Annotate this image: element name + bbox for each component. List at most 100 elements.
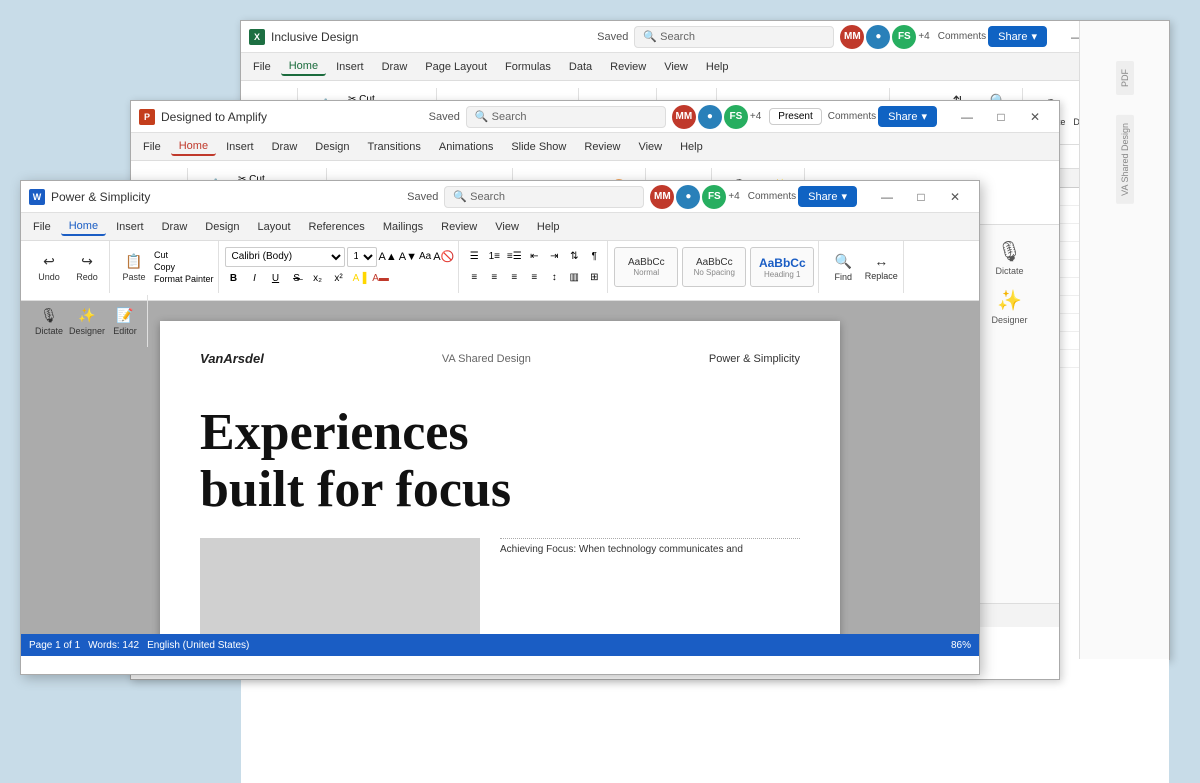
font-size-selector[interactable]: 11	[347, 247, 377, 267]
excel-search[interactable]: 🔍 Search	[634, 26, 834, 48]
tab-insert[interactable]: Insert	[218, 139, 262, 155]
align-left-button[interactable]: ≡	[465, 269, 483, 287]
present-button[interactable]: Present	[769, 108, 821, 125]
tab-file[interactable]: File	[245, 59, 279, 75]
cut-button[interactable]: Cut	[154, 250, 214, 260]
tab-file[interactable]: File	[135, 139, 169, 155]
increase-indent-button[interactable]: ⇥	[545, 248, 563, 266]
format-painter-button[interactable]: Format Painter	[154, 274, 214, 284]
tab-view[interactable]: View	[630, 139, 670, 155]
shading-button[interactable]: ▥	[565, 269, 583, 287]
tab-formulas[interactable]: Formulas	[497, 59, 559, 75]
paste-button[interactable]: 📋 Paste	[116, 245, 152, 289]
change-case-button[interactable]: Aa	[419, 251, 431, 262]
minimize-button[interactable]: —	[951, 103, 983, 131]
redo-button[interactable]: ↪ Redo	[69, 245, 105, 289]
avatar-2[interactable]: ●	[866, 25, 890, 49]
tab-mailings[interactable]: Mailings	[375, 219, 431, 235]
maximize-button[interactable]: □	[985, 103, 1017, 131]
strikethrough-button[interactable]: S̶	[288, 270, 306, 288]
underline-button[interactable]: U	[267, 270, 285, 288]
avatar-2[interactable]: ●	[676, 185, 700, 209]
tab-view[interactable]: View	[487, 219, 527, 235]
tab-home[interactable]: Home	[61, 218, 106, 236]
tab-help[interactable]: Help	[672, 139, 711, 155]
close-button[interactable]: ✕	[939, 183, 971, 211]
tab-help[interactable]: Help	[529, 219, 568, 235]
font-selector[interactable]: Calibri (Body)	[225, 247, 345, 267]
copy-button[interactable]: Copy	[154, 262, 214, 272]
clear-formatting-button[interactable]: A🚫	[433, 250, 454, 263]
tab-home[interactable]: Home	[171, 138, 216, 156]
avatar-2[interactable]: ●	[698, 105, 722, 129]
avatar-mm[interactable]: MM	[650, 185, 674, 209]
comments-label[interactable]: Comments	[748, 191, 796, 202]
tab-slideshow[interactable]: Slide Show	[503, 139, 574, 155]
multilevel-list-button[interactable]: ≡☰	[505, 248, 523, 266]
comments-label[interactable]: Comments	[828, 111, 876, 122]
style-no-spacing[interactable]: AaBbCc No Spacing	[682, 247, 746, 287]
share-button[interactable]: Share ▾	[798, 186, 857, 207]
tab-references[interactable]: References	[301, 219, 373, 235]
style-heading1[interactable]: AaBbCc Heading 1	[750, 247, 814, 287]
tab-view[interactable]: View	[656, 59, 696, 75]
dictate-tool-button[interactable]: 🎙 Dictate	[974, 233, 1046, 282]
tab-file[interactable]: File	[25, 219, 59, 235]
subscript-button[interactable]: x₂	[309, 270, 327, 288]
tab-layout[interactable]: Layout	[250, 219, 299, 235]
align-center-button[interactable]: ≡	[485, 269, 503, 287]
avatar-mm[interactable]: MM	[672, 105, 696, 129]
line-spacing-button[interactable]: ↕	[545, 269, 563, 287]
superscript-button[interactable]: x²	[330, 270, 348, 288]
minimize-button[interactable]: —	[871, 183, 903, 211]
tab-draw[interactable]: Draw	[264, 139, 306, 155]
tab-design[interactable]: Design	[307, 139, 357, 155]
tab-draw[interactable]: Draw	[374, 59, 416, 75]
comments-label[interactable]: Comments	[938, 31, 986, 42]
avatar-fs[interactable]: FS	[724, 105, 748, 129]
tab-home[interactable]: Home	[281, 58, 326, 76]
decrease-indent-button[interactable]: ⇤	[525, 248, 543, 266]
tab-insert[interactable]: Insert	[108, 219, 152, 235]
borders-button[interactable]: ⊞	[585, 269, 603, 287]
justify-button[interactable]: ≡	[525, 269, 543, 287]
tab-review[interactable]: Review	[576, 139, 628, 155]
increase-font-button[interactable]: A▲	[379, 251, 397, 263]
tab-pagelayout[interactable]: Page Layout	[417, 59, 495, 75]
tab-transitions[interactable]: Transitions	[360, 139, 429, 155]
tab-help[interactable]: Help	[698, 59, 737, 75]
tab-animations[interactable]: Animations	[431, 139, 501, 155]
tab-draw[interactable]: Draw	[154, 219, 196, 235]
undo-button[interactable]: ↩ Undo	[31, 245, 67, 289]
tab-review[interactable]: Review	[433, 219, 485, 235]
numbering-button[interactable]: 1≡	[485, 248, 503, 266]
bullets-button[interactable]: ☰	[465, 248, 483, 266]
avatar-mm[interactable]: MM	[840, 25, 864, 49]
designer-button[interactable]: ✨ Designer	[69, 299, 105, 343]
tab-design[interactable]: Design	[197, 219, 247, 235]
align-right-button[interactable]: ≡	[505, 269, 523, 287]
sort-button[interactable]: ⇅	[565, 248, 583, 266]
style-normal[interactable]: AaBbCc Normal	[614, 247, 678, 287]
font-color-button[interactable]: A▬	[372, 270, 390, 288]
tab-insert[interactable]: Insert	[328, 59, 372, 75]
show-formatting-button[interactable]: ¶	[585, 248, 603, 266]
dictate-button[interactable]: 🎙 Dictate	[31, 299, 67, 343]
editor-button[interactable]: 📝 Editor	[107, 299, 143, 343]
avatar-fs[interactable]: FS	[892, 25, 916, 49]
bold-button[interactable]: B	[225, 270, 243, 288]
designer-tool-button[interactable]: ✨ Designer	[974, 282, 1046, 331]
avatar-fs[interactable]: FS	[702, 185, 726, 209]
text-highlight-button[interactable]: A▐	[351, 270, 369, 288]
tab-data[interactable]: Data	[561, 59, 600, 75]
find-button[interactable]: 🔍 Find	[825, 245, 861, 289]
close-button[interactable]: ✕	[1019, 103, 1051, 131]
share-button[interactable]: Share ▾	[988, 26, 1047, 47]
tab-review[interactable]: Review	[602, 59, 654, 75]
replace-button[interactable]: ↔ Replace	[863, 245, 899, 289]
ppt-search[interactable]: 🔍 Search	[466, 106, 666, 128]
word-search[interactable]: 🔍 Search	[444, 186, 644, 208]
maximize-button[interactable]: □	[905, 183, 937, 211]
share-button[interactable]: Share ▾	[878, 106, 937, 127]
decrease-font-button[interactable]: A▼	[399, 251, 417, 263]
